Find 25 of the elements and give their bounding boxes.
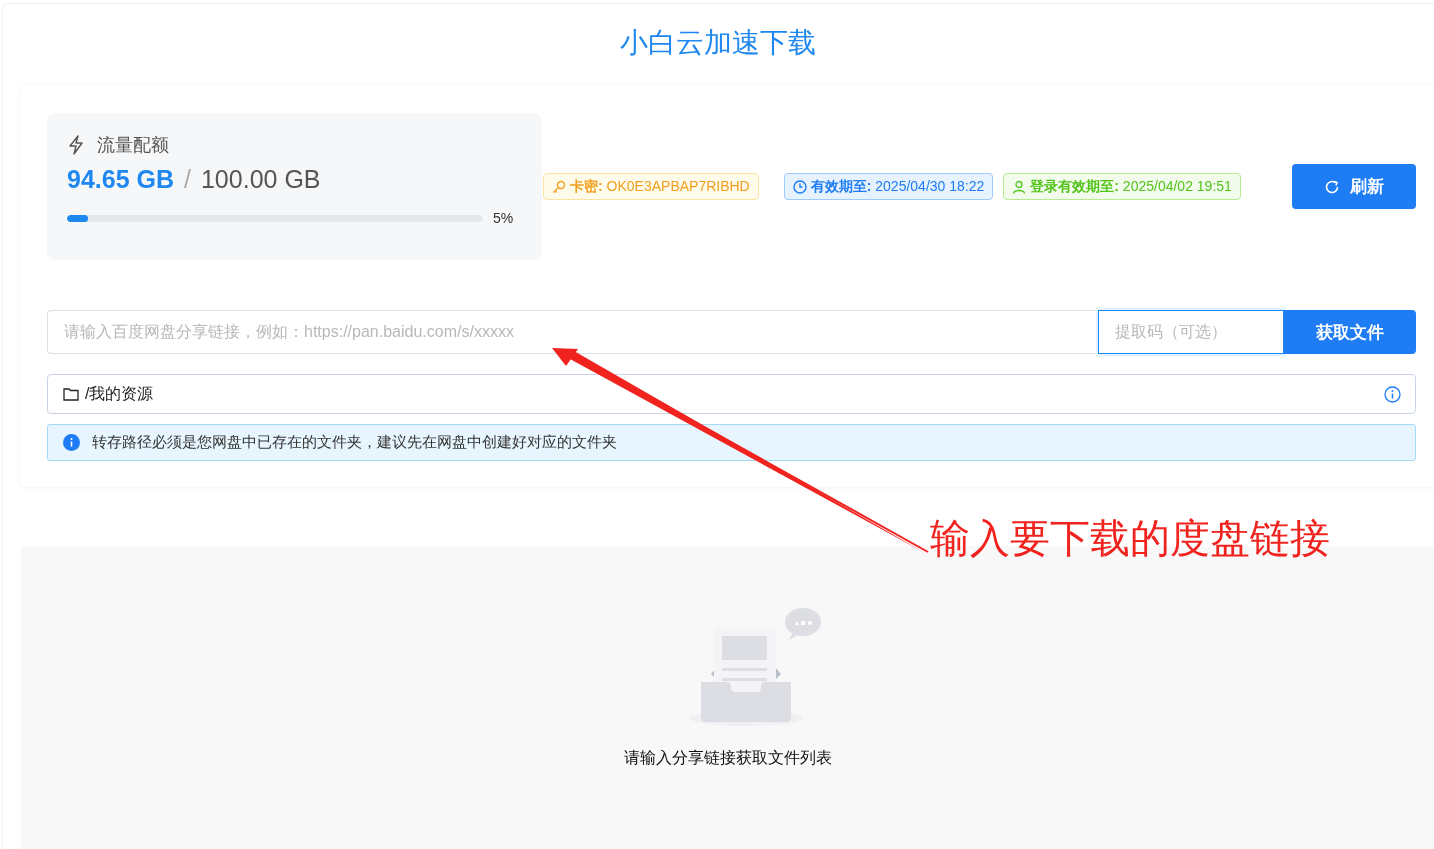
info-tag: 卡密: OK0E3APBAP7RIBHD — [543, 173, 759, 200]
empty-state-text: 请输入分享链接获取文件列表 — [623, 748, 832, 768]
share-link-input[interactable]: 请输入百度网盘分享链接，例如：https://pan.baidu.com/s/xxxxx — [47, 310, 1098, 354]
info-icon — [63, 434, 80, 451]
used-amount: 94.65 GB — [67, 165, 174, 194]
user-icon — [1012, 179, 1027, 194]
save-path-field[interactable]: /我的资源 — [47, 374, 1416, 414]
refresh-button[interactable]: 刷新 — [1292, 164, 1416, 209]
separator: / — [184, 165, 191, 194]
info-tag: 登录有效期至: 2025/04/02 19:51 — [1003, 173, 1241, 200]
key-icon — [552, 179, 566, 194]
info-tag: 有效期至: 2025/04/30 18:22 — [783, 173, 994, 200]
page-title: 小白云加速下载 — [618, 26, 817, 60]
quota-label: 流量配额 — [97, 134, 169, 157]
clock-icon — [792, 179, 807, 194]
total-amount: 100.00 GB — [200, 165, 321, 194]
annotation-text: 输入要下载的度盘链接 — [930, 515, 1330, 562]
fetch-files-button[interactable]: 获取文件 — [1284, 310, 1416, 354]
progress-percent: 5% — [493, 210, 514, 226]
alert-message: 转存路径必须是您网盘中已存在的文件夹，建议先在网盘中创建好对应的文件夹 — [92, 433, 617, 452]
folder-icon — [63, 387, 79, 401]
extract-code-input[interactable]: 提取码（可选） — [1098, 310, 1284, 354]
lightning-icon — [67, 135, 85, 155]
info-icon[interactable] — [1384, 385, 1401, 403]
refresh-icon — [1324, 178, 1340, 195]
